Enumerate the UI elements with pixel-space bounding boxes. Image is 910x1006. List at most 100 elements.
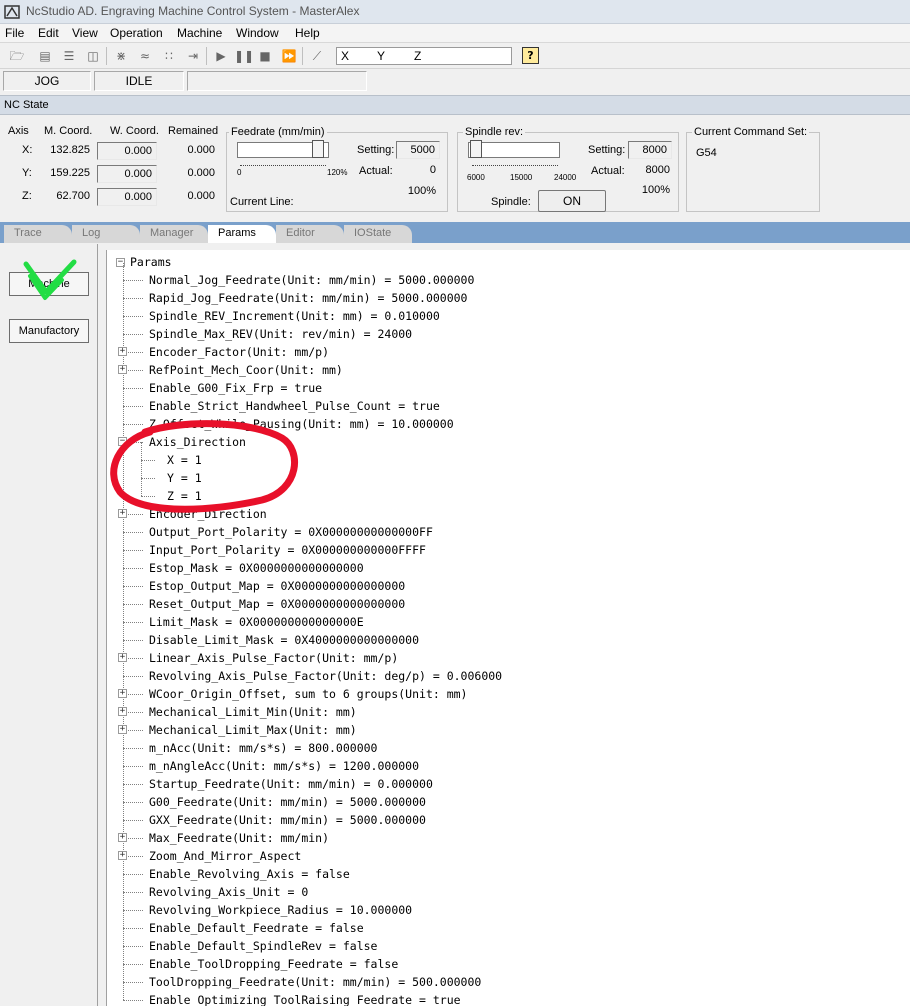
- tree-item[interactable]: Estop_Mask = 0X0000000000000000: [149, 559, 364, 577]
- export-icon[interactable]: ⇥: [184, 47, 202, 65]
- tree-item[interactable]: X = 1: [167, 451, 202, 469]
- tree-item[interactable]: Startup_Feedrate(Unit: mm/min) = 0.00000…: [149, 775, 433, 793]
- wave-icon[interactable]: ≈: [136, 47, 154, 65]
- tree-item[interactable]: Estop_Output_Map = 0X0000000000000000: [149, 577, 405, 595]
- tree-item[interactable]: Enable_G00_Fix_Frp = true: [149, 379, 322, 397]
- tree-item[interactable]: GXX_Feedrate(Unit: mm/min) = 5000.000000: [149, 811, 426, 829]
- expand-icon[interactable]: +: [118, 347, 127, 356]
- step-icon[interactable]: ⏩: [280, 47, 298, 65]
- tree-item[interactable]: ToolDropping_Feedrate(Unit: mm/min) = 50…: [149, 973, 481, 991]
- tree-item[interactable]: Max_Feedrate(Unit: mm/min): [149, 829, 329, 847]
- tree-item[interactable]: Spindle_REV_Increment(Unit: mm) = 0.0100…: [149, 307, 440, 325]
- tree-item[interactable]: Mechanical_Limit_Min(Unit: mm): [149, 703, 357, 721]
- spindle-slider-thumb[interactable]: [470, 140, 482, 158]
- tab-iostate[interactable]: IOState: [344, 225, 412, 243]
- expand-icon[interactable]: +: [118, 689, 127, 698]
- tree-item[interactable]: Disable_Limit_Mask = 0X4000000000000000: [149, 631, 419, 649]
- tree-item[interactable]: Z_Offset_While_Pausing(Unit: mm) = 10.00…: [149, 415, 454, 433]
- tree-item[interactable]: Rapid_Jog_Feedrate(Unit: mm/min) = 5000.…: [149, 289, 468, 307]
- spindle-setting-field[interactable]: 8000: [628, 141, 672, 159]
- list-icon[interactable]: ☰: [60, 47, 78, 65]
- feedrate-setting-field[interactable]: 5000: [396, 141, 440, 159]
- tree-item[interactable]: Enable_Default_Feedrate = false: [149, 919, 364, 937]
- tree-item[interactable]: WCoor_Origin_Offset, sum to 6 groups(Uni…: [149, 685, 468, 703]
- tab-params[interactable]: Params: [208, 225, 276, 243]
- spindle-on-button[interactable]: ON: [538, 190, 606, 212]
- open-file-icon[interactable]: 🗁: [8, 47, 26, 65]
- tree-item[interactable]: Limit_Mask = 0X000000000000000E: [149, 613, 364, 631]
- document-icon[interactable]: ▤: [36, 47, 54, 65]
- tree-item[interactable]: RefPoint_Mech_Coor(Unit: mm): [149, 361, 343, 379]
- mode-status: JOG: [3, 71, 91, 91]
- expand-icon[interactable]: +: [118, 851, 127, 860]
- tree-item[interactable]: m_nAcc(Unit: mm/s*s) = 800.000000: [149, 739, 377, 757]
- tree-item[interactable]: Enable_Default_SpindleRev = false: [149, 937, 377, 955]
- tree-item[interactable]: Revolving_Workpiece_Radius = 10.000000: [149, 901, 412, 919]
- menu-machine[interactable]: Machine: [177, 26, 222, 40]
- tree-item[interactable]: Linear_Axis_Pulse_Factor(Unit: mm/p): [149, 649, 398, 667]
- menu-help[interactable]: Help: [295, 26, 320, 40]
- status-bar: JOG IDLE: [0, 70, 910, 92]
- menu-operation[interactable]: Operation: [110, 26, 163, 40]
- tree-item[interactable]: Enable_Optimizing_ToolRaising_Feedrate =…: [149, 991, 461, 1006]
- expand-icon[interactable]: +: [118, 365, 127, 374]
- tree-item[interactable]: Zoom_And_Mirror_Aspect: [149, 847, 301, 865]
- tree-branch-line: [123, 766, 143, 767]
- tree-item[interactable]: Normal_Jog_Feedrate(Unit: mm/min) = 5000…: [149, 271, 474, 289]
- coord-y-label: Y: [377, 49, 386, 63]
- tree-item[interactable]: Mechanical_Limit_Max(Unit: mm): [149, 721, 357, 739]
- tab-trace[interactable]: Trace: [4, 225, 72, 243]
- tree-item[interactable]: Enable_Strict_Handwheel_Pulse_Count = tr…: [149, 397, 440, 415]
- tree-item[interactable]: Reset_Output_Map = 0X0000000000000000: [149, 595, 405, 613]
- tree-root[interactable]: Params: [130, 253, 172, 271]
- tree-item[interactable]: m_nAngleAcc(Unit: mm/s*s) = 1200.000000: [149, 757, 419, 775]
- tree-branch-line: [123, 892, 143, 893]
- tool-icon[interactable]: ∷: [160, 47, 178, 65]
- print-icon[interactable]: ◫: [84, 47, 102, 65]
- tree-item[interactable]: Axis_Direction: [149, 433, 246, 451]
- tree-item[interactable]: Enable_ToolDropping_Feedrate = false: [149, 955, 398, 973]
- tree-item[interactable]: Revolving_Axis_Unit = 0: [149, 883, 308, 901]
- tree-branch-line: [123, 316, 143, 317]
- axis-header: Axis: [8, 125, 29, 137]
- menu-view[interactable]: View: [72, 26, 98, 40]
- brush-icon[interactable]: ⟋: [308, 47, 326, 65]
- tree-item[interactable]: G00_Feedrate(Unit: mm/min) = 5000.000000: [149, 793, 426, 811]
- collapse-icon[interactable]: −: [118, 437, 127, 446]
- expand-icon[interactable]: +: [118, 509, 127, 518]
- tree-item[interactable]: Encoder_Direction: [149, 505, 267, 523]
- feedrate-slider-thumb[interactable]: [312, 140, 324, 158]
- tree-item[interactable]: Encoder_Factor(Unit: mm/p): [149, 343, 329, 361]
- tab-log[interactable]: Log: [72, 225, 140, 243]
- tree-item[interactable]: Spindle_Max_REV(Unit: rev/min) = 24000: [149, 325, 412, 343]
- expand-icon[interactable]: +: [118, 725, 127, 734]
- tab-manager[interactable]: Manager: [140, 225, 208, 243]
- expand-icon[interactable]: +: [118, 833, 127, 842]
- coordinate-input[interactable]: X Y Z: [336, 47, 512, 65]
- command-set-group: Current Command Set:: [686, 126, 820, 212]
- tree-item[interactable]: Output_Port_Polarity = 0X00000000000000F…: [149, 523, 433, 541]
- tree-branch-line: [141, 442, 142, 460]
- menu-window[interactable]: Window: [236, 26, 279, 40]
- axis-y-mcoord: 159.225: [50, 167, 90, 179]
- tree-item[interactable]: Input_Port_Polarity = 0X000000000000FFFF: [149, 541, 426, 559]
- expand-icon[interactable]: +: [118, 707, 127, 716]
- tree-item[interactable]: Y = 1: [167, 469, 202, 487]
- tree-item[interactable]: Z = 1: [167, 487, 202, 505]
- tab-editor[interactable]: Editor: [276, 225, 344, 243]
- help-icon[interactable]: ?: [522, 47, 539, 64]
- expand-icon[interactable]: +: [118, 653, 127, 662]
- pause-icon[interactable]: ❚❚: [234, 47, 254, 65]
- feedrate-actual-label: Actual:: [359, 165, 393, 177]
- tree-branch-line: [141, 478, 155, 479]
- extra-status: [187, 71, 367, 91]
- tree-item[interactable]: Revolving_Axis_Pulse_Factor(Unit: deg/p)…: [149, 667, 502, 685]
- tree-item[interactable]: Enable_Revolving_Axis = false: [149, 865, 350, 883]
- menu-edit[interactable]: Edit: [38, 26, 59, 40]
- play-icon[interactable]: ▶: [212, 47, 230, 65]
- manufactory-button[interactable]: Manufactory: [9, 319, 89, 343]
- menu-file[interactable]: File: [5, 26, 24, 40]
- signal-icon[interactable]: ⋇: [112, 47, 130, 65]
- stop-icon[interactable]: ■: [256, 47, 274, 65]
- machine-button[interactable]: Machine: [9, 272, 89, 296]
